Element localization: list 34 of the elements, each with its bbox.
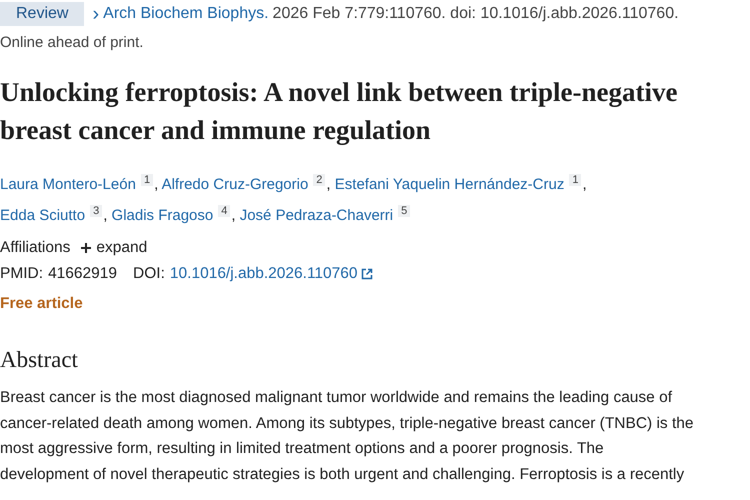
pmid-label: PMID: — [0, 265, 44, 283]
journal-link[interactable]: Arch Biochem Biophys. — [103, 5, 269, 23]
article-title: Unlocking ferroptosis: A novel link between triple-negative breast cancer and immune regulation — [0, 76, 678, 147]
doi-label: DOI: — [133, 265, 165, 283]
external-link-icon — [360, 268, 373, 280]
author-separator: , — [154, 176, 158, 193]
author-separator: , — [326, 176, 331, 193]
affiliation-number: 2 — [313, 174, 326, 186]
citation-text: 2026 Feb 7:779:110760. doi: 10.1016/j.abb.2026.110760. — [272, 5, 679, 23]
abstract-text: Breast cancer is the most diagnosed malignant tumor worldwide and remains the leading cause of cancer-related death among women. Among its subtypes, triple-negative breast cancer (TNBC) is the most aggressive form, resulting in limited treatment options and a poorer prognosis. The development of novel therapeutic strategies is both urgent and challenging. Ferroptosis is a recently — [0, 388, 695, 484]
affiliation-number: 1 — [140, 174, 154, 186]
affiliation-number: 3 — [90, 205, 102, 217]
author-link[interactable]: Laura Montero-León — [0, 176, 136, 193]
affiliation-number: 1 — [569, 174, 582, 186]
abstract-heading: Abstract — [0, 347, 79, 373]
author-link[interactable]: Edda Sciutto — [0, 207, 86, 224]
author-link[interactable]: Estefani Yaquelin Hernández-Cruz — [334, 176, 564, 193]
plus-icon — [80, 242, 92, 254]
journal-caret: › — [92, 6, 100, 22]
expand-toggle[interactable]: expand — [80, 239, 148, 257]
doi-link[interactable]: 10.1016/j.abb.2026.110760 — [170, 265, 373, 283]
author-separator: , — [103, 207, 108, 224]
author-link[interactable]: Alfredo Cruz-Gregorio — [162, 176, 308, 193]
free-article-label: Free article — [0, 295, 84, 313]
author-link[interactable]: Gladis Fragoso — [112, 207, 214, 224]
publication-status: Online ahead of print. — [0, 34, 144, 51]
affiliation-number: 4 — [218, 205, 230, 217]
author-link[interactable]: José Pedraza-Chaverri — [240, 207, 394, 224]
author-separator: , — [582, 176, 587, 193]
affiliation-number: 5 — [398, 205, 410, 217]
affiliations-label: Affiliations — [0, 239, 70, 257]
pmid-value: 41662919 — [48, 265, 118, 283]
publication-type-badge: Review — [0, 2, 84, 26]
author-separator: , — [231, 207, 236, 224]
